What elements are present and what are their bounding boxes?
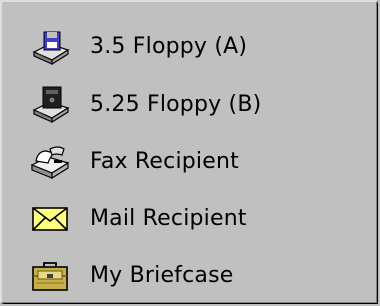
menu-item-my-briefcase[interactable]: My Briefcase [2,251,374,299]
menu-item-label: Fax Recipient [90,148,239,174]
menu-item-label: 5.25 Floppy (B) [90,91,262,117]
floppy-35-drive-icon [32,31,70,66]
menu-item-label: My Briefcase [90,262,234,288]
briefcase-icon [32,262,68,291]
mail-envelope-icon [32,207,68,231]
menu-item-floppy-b[interactable]: 5.25 Floppy (B) [2,80,374,128]
menu-item-fax-recipient[interactable]: Fax Recipient [2,137,374,185]
fax-icon [30,146,70,180]
menu-item-floppy-a[interactable]: 3.5 Floppy (A) [2,22,374,70]
menu-item-label: Mail Recipient [90,205,247,231]
send-to-menu: 3.5 Floppy (A) 5.25 Floppy (B) Fax Recip… [0,0,378,304]
floppy-525-drive-icon [32,86,70,124]
menu-item-mail-recipient[interactable]: Mail Recipient [2,194,374,242]
menu-item-label: 3.5 Floppy (A) [90,33,248,59]
